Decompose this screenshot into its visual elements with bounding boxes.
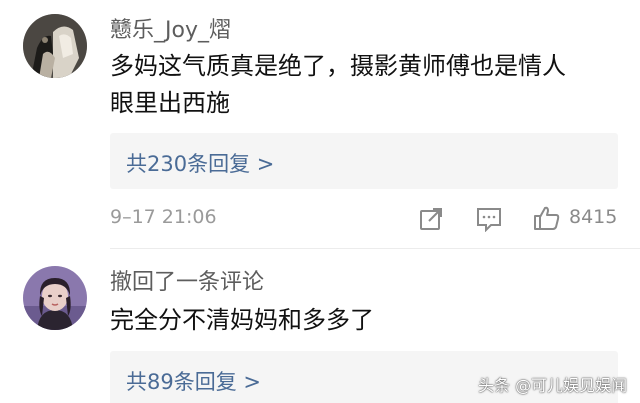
avatar[interactable] bbox=[23, 266, 87, 330]
watermark: 头条 @可儿娱见娱闻 bbox=[478, 376, 628, 395]
comment-icon[interactable] bbox=[475, 206, 503, 233]
divider bbox=[110, 248, 640, 249]
share-icon[interactable] bbox=[418, 206, 444, 232]
comment-feed: 戆乐_Joy_熠 多妈这气质真是绝了，摄影黄师傅也是情人 眼里出西施 共230条… bbox=[0, 0, 640, 403]
comment-text: 完全分不清妈妈和多多了 bbox=[110, 306, 374, 334]
comment-timestamp: 9–17 21:06 bbox=[110, 206, 217, 228]
comment-text: 眼里出西施 bbox=[110, 89, 230, 117]
comment-username[interactable]: 戆乐_Joy_熠 bbox=[110, 12, 231, 44]
comment-text: 多妈这气质真是绝了，摄影黄师傅也是情人 bbox=[110, 52, 566, 80]
reply-box[interactable]: 共230条回复 > bbox=[110, 133, 618, 189]
like-count: 8415 bbox=[569, 206, 618, 228]
comment-username[interactable]: 撤回了一条评论 bbox=[110, 264, 264, 296]
view-replies-link[interactable]: 共89条回复 > bbox=[126, 366, 261, 396]
avatar[interactable] bbox=[23, 14, 87, 78]
thumbs-up-icon[interactable] bbox=[533, 204, 561, 232]
view-replies-link[interactable]: 共230条回复 > bbox=[126, 148, 274, 178]
